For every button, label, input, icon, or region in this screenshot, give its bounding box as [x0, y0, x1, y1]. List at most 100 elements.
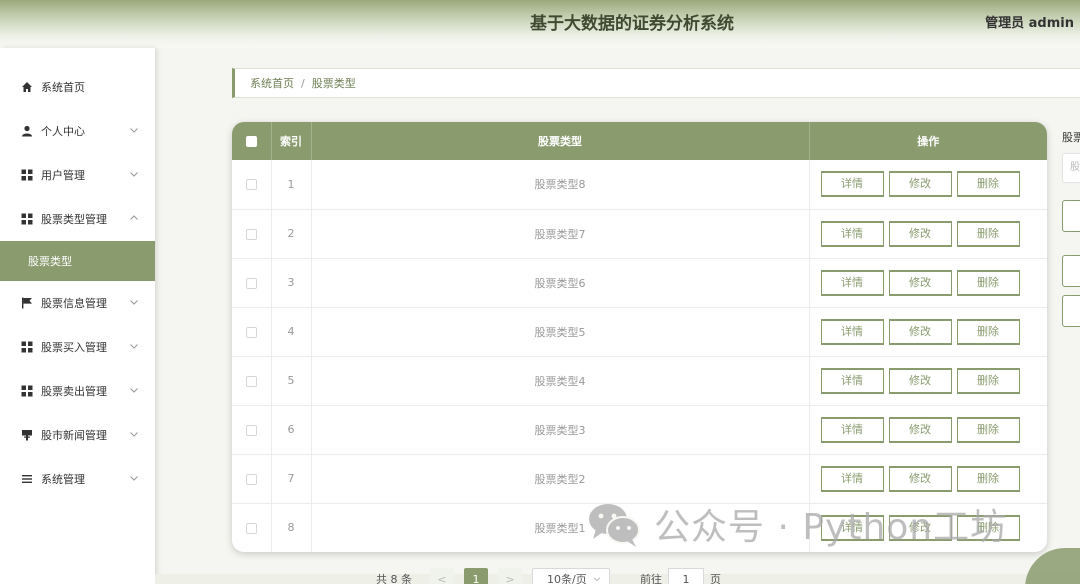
goto-suffix: 页 — [710, 573, 721, 584]
table-row: 6 股票类型3 详情 修改 删除 — [232, 405, 1047, 454]
detail-button[interactable]: 详情 — [820, 416, 884, 443]
sidebar-item-stock-type-management[interactable]: 股票类型管理 — [0, 199, 155, 239]
sidebar-item-personal-center[interactable]: 个人中心 — [0, 111, 155, 151]
row-select-cell — [232, 160, 272, 209]
row-checkbox[interactable] — [245, 326, 257, 338]
row-actions: 详情 修改 删除 — [809, 356, 1047, 405]
pagination-next-button[interactable]: > — [498, 568, 522, 584]
search-button[interactable] — [1062, 200, 1080, 232]
column-header-actions: 操作 — [917, 135, 940, 148]
row-checkbox[interactable] — [245, 522, 257, 534]
sidebar-item-label: 股票信息管理 — [41, 297, 107, 310]
edit-button[interactable]: 修改 — [888, 416, 952, 443]
row-index: 5 — [271, 356, 312, 405]
row-stock-type: 股票类型7 — [311, 209, 810, 258]
row-checkbox[interactable] — [245, 473, 257, 485]
home-icon — [21, 81, 33, 93]
grid-icon — [21, 385, 33, 397]
edit-button[interactable]: 修改 — [888, 318, 952, 345]
detail-button[interactable]: 详情 — [820, 318, 884, 345]
row-index: 1 — [271, 160, 312, 209]
sidebar-item-user-management[interactable]: 用户管理 — [0, 155, 155, 195]
delete-button[interactable]: 删除 — [956, 220, 1020, 247]
row-checkbox[interactable] — [245, 375, 257, 387]
select-all-checkbox[interactable] — [245, 136, 257, 147]
news-icon — [21, 429, 33, 441]
table-row: 2 股票类型7 详情 修改 删除 — [232, 209, 1047, 258]
flag-icon — [21, 297, 33, 309]
row-index: 6 — [271, 405, 312, 454]
delete-button[interactable]: 删除 — [956, 171, 1020, 198]
row-actions: 详情 修改 删除 — [809, 307, 1047, 356]
edit-button[interactable]: 修改 — [888, 220, 952, 247]
delete-button[interactable]: 删除 — [956, 318, 1020, 345]
grid-icon — [21, 213, 33, 225]
detail-button[interactable]: 详情 — [820, 465, 884, 492]
row-select-cell — [232, 209, 272, 258]
pagination-prev-button[interactable]: < — [430, 568, 454, 584]
goto-page-input[interactable] — [668, 568, 704, 584]
sidebar-item-stock-sell-management[interactable]: 股票卖出管理 — [0, 371, 155, 411]
sidebar-item-stock-buy-management[interactable]: 股票买入管理 — [0, 327, 155, 367]
sidebar-item-home[interactable]: 系统首页 — [0, 67, 155, 107]
row-checkbox[interactable] — [245, 179, 257, 191]
sidebar-subitem-stock-type[interactable]: 股票类型 — [0, 241, 155, 281]
table-body: 1 股票类型8 详情 修改 删除 2 股票类型7 详情 修改 删除 3 股票类型6 详情 修改 删除 4 股票类… — [232, 160, 1047, 552]
stock-type-table: 索引 股票类型 操作 1 股票类型8 详情 修改 删除 2 股票类型7 详情 修改 删除 3 股票类型… — [232, 122, 1047, 552]
delete-button[interactable]: 删除 — [956, 465, 1020, 492]
sidebar-item-label: 系统管理 — [41, 473, 85, 486]
edit-button[interactable]: 修改 — [888, 465, 952, 492]
search-input[interactable]: 股 — [1062, 153, 1080, 183]
sidebar-item-stock-news-management[interactable]: 股市新闻管理 — [0, 415, 155, 455]
delete-button[interactable]: 删除 — [956, 416, 1020, 443]
breadcrumb-current: 股票类型 — [311, 77, 356, 90]
chevron-down-icon — [593, 577, 601, 582]
delete-button[interactable]: 删除 — [956, 269, 1020, 296]
detail-button[interactable]: 详情 — [820, 367, 884, 394]
row-stock-type: 股票类型5 — [311, 307, 810, 356]
stock-type-table-card: 索引 股票类型 操作 1 股票类型8 详情 修改 删除 2 股票类型7 详情 修改 删除 3 股票类型… — [232, 122, 1047, 552]
row-checkbox[interactable] — [245, 277, 257, 289]
chevron-down-icon — [130, 344, 138, 349]
edit-button[interactable]: 修改 — [888, 367, 952, 394]
row-select-cell — [232, 405, 272, 454]
row-checkbox[interactable] — [245, 424, 257, 436]
row-actions: 详情 修改 删除 — [809, 160, 1047, 209]
detail-button[interactable]: 详情 — [820, 269, 884, 296]
table-row: 4 股票类型5 详情 修改 删除 — [232, 307, 1047, 356]
page-size-value: 10条/页 — [547, 573, 587, 584]
edit-button[interactable]: 修改 — [888, 171, 952, 198]
sidebar-item-stock-info-management[interactable]: 股票信息管理 — [0, 283, 155, 323]
chevron-down-icon — [130, 128, 138, 133]
row-stock-type: 股票类型8 — [311, 160, 810, 209]
pagination-page-1[interactable]: 1 — [464, 568, 488, 584]
breadcrumb-home-link[interactable]: 系统首页 — [250, 75, 294, 91]
row-select-cell — [232, 258, 272, 307]
add-button[interactable] — [1062, 255, 1080, 287]
person-icon — [21, 125, 33, 137]
detail-button[interactable]: 详情 — [820, 171, 884, 198]
sidebar-item-label: 股票类型管理 — [41, 213, 107, 226]
row-actions: 详情 修改 删除 — [809, 405, 1047, 454]
row-index: 8 — [271, 503, 312, 552]
sidebar-item-label: 股票卖出管理 — [41, 385, 107, 398]
sidebar-item-system-management[interactable]: 系统管理 — [0, 459, 155, 499]
chevron-down-icon — [130, 432, 138, 437]
page-size-select[interactable]: 10条/页 — [532, 568, 610, 584]
sidebar-item-label: 股市新闻管理 — [41, 429, 107, 442]
row-select-cell — [232, 307, 272, 356]
chevron-down-icon — [130, 476, 138, 481]
batch-delete-button[interactable] — [1062, 295, 1080, 327]
current-user[interactable]: 管理员 admin — [985, 0, 1074, 48]
delete-button[interactable]: 删除 — [956, 367, 1020, 394]
top-header: 基于大数据的证券分析系统 管理员 admin — [0, 0, 1080, 48]
sidebar: 系统首页 个人中心 用户管理 股票类型管理 股票类型 股票信息管理 股票买入管理… — [0, 48, 155, 584]
edit-button[interactable]: 修改 — [888, 269, 952, 296]
row-stock-type: 股票类型4 — [311, 356, 810, 405]
row-select-cell — [232, 356, 272, 405]
sidebar-item-label: 系统首页 — [41, 81, 85, 94]
grid-icon — [21, 341, 33, 353]
detail-button[interactable]: 详情 — [820, 220, 884, 247]
decorative-corner — [1025, 548, 1080, 584]
row-checkbox[interactable] — [245, 228, 257, 240]
